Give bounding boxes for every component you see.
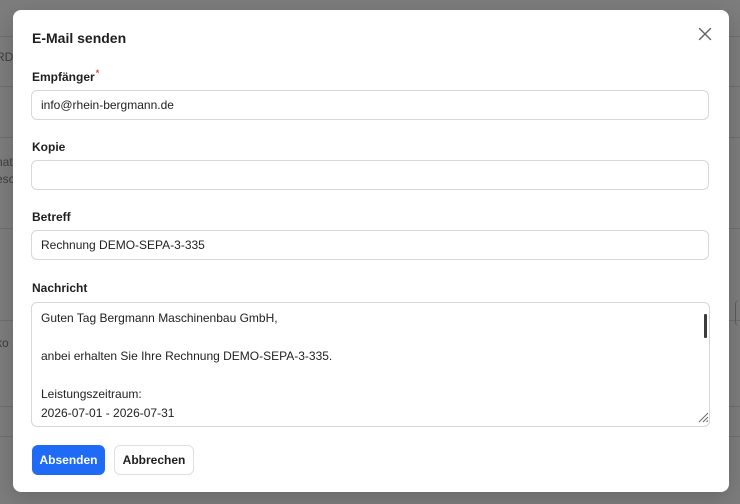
email-dialog: E-Mail senden Empfänger* Kopie Betreff N… bbox=[13, 10, 729, 492]
background-text-fragment: ko bbox=[0, 336, 9, 350]
subject-input[interactable] bbox=[31, 230, 709, 260]
close-icon bbox=[698, 27, 712, 41]
recipient-label-text: Empfänger bbox=[32, 70, 95, 84]
message-field: Guten Tag Bergmann Maschinenbau GmbH, an… bbox=[31, 302, 710, 427]
required-marker: * bbox=[95, 68, 100, 78]
close-button[interactable] bbox=[696, 25, 714, 43]
dialog-title: E-Mail senden bbox=[32, 30, 127, 46]
cc-input[interactable] bbox=[31, 160, 709, 190]
textarea-scrollbar[interactable] bbox=[704, 314, 707, 338]
send-button[interactable]: Absenden bbox=[32, 445, 105, 475]
message-textarea[interactable]: Guten Tag Bergmann Maschinenbau GmbH, an… bbox=[32, 303, 697, 426]
subject-label: Betreff bbox=[32, 210, 71, 224]
recipient-input[interactable] bbox=[31, 90, 709, 120]
message-label: Nachricht bbox=[32, 281, 88, 295]
background-text-fragment: RD bbox=[0, 50, 14, 64]
resize-handle-icon[interactable] bbox=[697, 411, 709, 423]
recipient-label: Empfänger* bbox=[32, 68, 100, 84]
background-element-edge bbox=[735, 300, 740, 326]
cancel-button[interactable]: Abbrechen bbox=[114, 445, 194, 475]
cc-label: Kopie bbox=[32, 140, 66, 154]
background-text-fragment: nat bbox=[0, 155, 13, 169]
